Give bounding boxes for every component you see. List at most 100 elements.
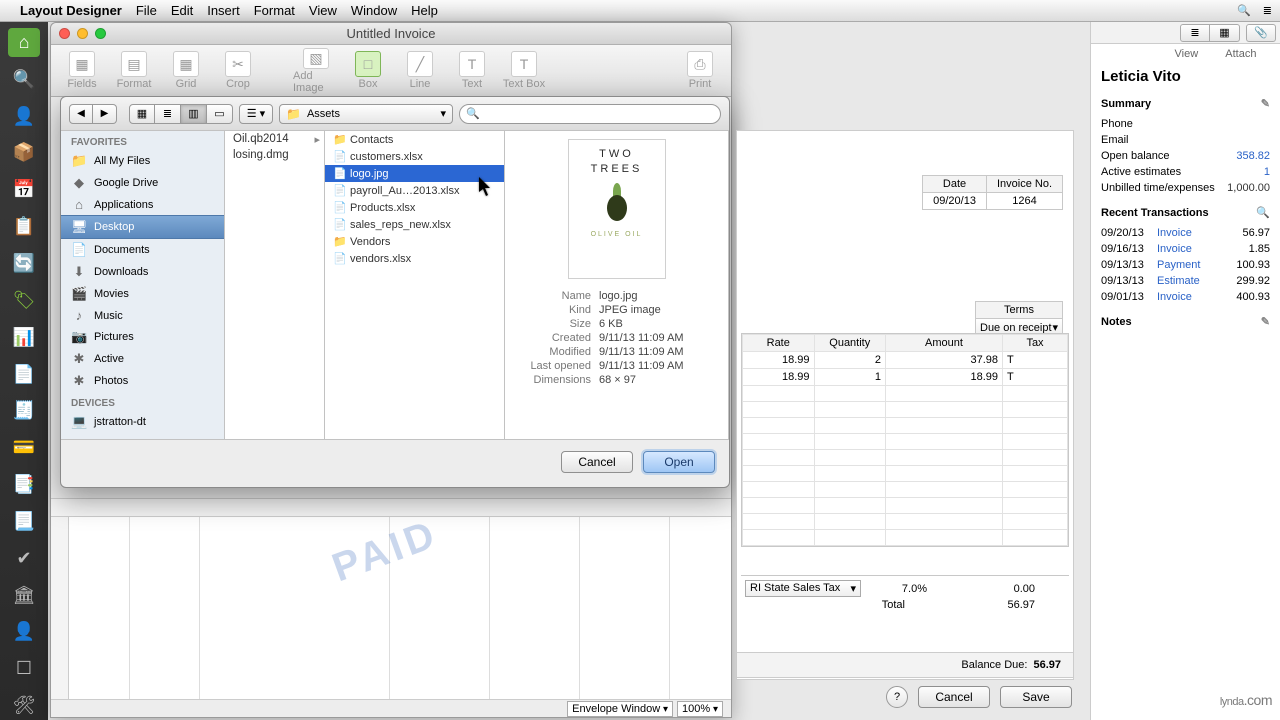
olive-icon <box>599 183 635 227</box>
sidebar-calendar-icon[interactable]: 📅 <box>8 175 40 204</box>
file-item[interactable]: 📄vendors.xlsx <box>325 250 504 267</box>
nav-forward-button[interactable]: ▶ <box>93 104 117 124</box>
transaction-link[interactable]: Invoice <box>1157 227 1222 239</box>
file-item[interactable]: 📄sales_reps_new.xlsx <box>325 216 504 233</box>
menu-edit[interactable]: Edit <box>171 3 193 18</box>
invoice-save-button[interactable]: Save <box>1000 686 1072 708</box>
menu-insert[interactable]: Insert <box>207 3 240 18</box>
titlebar: Untitled Invoice <box>51 23 731 45</box>
sidebar-doc-icon[interactable]: 📄 <box>8 360 40 389</box>
layout-canvas[interactable]: PAID <box>51 498 731 699</box>
file-item[interactable]: Oil.qb2014 <box>225 131 324 147</box>
tool-grid[interactable]: ▦Grid <box>163 48 209 94</box>
sidebar-item-music[interactable]: ♪Music <box>61 305 224 326</box>
tool-line[interactable]: ╱Line <box>397 48 443 94</box>
tool-add-image[interactable]: ▧Add Image <box>293 48 339 94</box>
tool-fields[interactable]: ▦Fields <box>59 48 105 94</box>
search-field[interactable]: 🔍 <box>459 104 721 124</box>
path-dropdown[interactable]: 📁 Assets ▾ <box>279 104 453 124</box>
attach-button[interactable]: 📎 <box>1246 24 1276 42</box>
sidebar-clipboard-icon[interactable]: 📋 <box>8 212 40 241</box>
file-item[interactable]: 📄Products.xlsx <box>325 199 504 216</box>
menu-window[interactable]: Window <box>351 3 397 18</box>
sidebar-chart-icon[interactable]: 📊 <box>8 323 40 352</box>
view-list-mini[interactable]: ≣ <box>1180 24 1210 42</box>
app-name[interactable]: Layout Designer <box>20 3 122 18</box>
nav-back-button[interactable]: ◀ <box>69 104 93 124</box>
sidebar-user-icon[interactable]: 👤 <box>8 102 40 131</box>
template-select[interactable]: Envelope Window ▾ <box>567 701 673 717</box>
tool-text[interactable]: TText <box>449 48 495 94</box>
sidebar-search-icon[interactable]: 🔍 <box>8 65 40 94</box>
sidebar-item-downloads[interactable]: ⬇Downloads <box>61 261 224 283</box>
open-button[interactable]: Open <box>643 451 715 473</box>
menu-format[interactable]: Format <box>254 3 295 18</box>
view-coverflow-button[interactable]: ▭ <box>207 104 233 124</box>
tool-format[interactable]: ▤Format <box>111 48 157 94</box>
customer-name: Leticia Vito <box>1101 68 1270 85</box>
help-button[interactable]: ? <box>886 686 908 708</box>
transaction-link[interactable]: Payment <box>1157 259 1222 271</box>
sidebar-item-desktop[interactable]: 🖥Desktop <box>61 215 224 239</box>
tool-crop[interactable]: ✂Crop <box>215 48 261 94</box>
tool-textbox[interactable]: TText Box <box>501 48 547 94</box>
transaction-link[interactable]: Invoice <box>1157 291 1222 303</box>
view-grid-mini[interactable]: ▦ <box>1210 24 1240 42</box>
search-input[interactable] <box>484 108 714 120</box>
sidebar-card-icon[interactable]: 💳 <box>8 433 40 462</box>
sidebar-item-google-drive[interactable]: ◆Google Drive <box>61 172 224 194</box>
view-column-button[interactable]: ▥ <box>181 104 207 124</box>
file-item-selected[interactable]: 📄logo.jpg <box>325 165 504 182</box>
sidebar-item-active[interactable]: ✱Active <box>61 348 224 370</box>
file-item[interactable]: losing.dmg <box>225 147 324 163</box>
menu-file[interactable]: File <box>136 3 157 18</box>
sidebar-app-home-icon[interactable]: ⌂ <box>8 28 40 57</box>
file-item[interactable]: 📄payroll_Au…2013.xlsx <box>325 182 504 199</box>
sidebar-tag-icon[interactable]: 🏷 <box>8 286 40 315</box>
zoom-select[interactable]: 100% ▾ <box>677 701 723 717</box>
sidebar-item-all-my-files[interactable]: 📁All My Files <box>61 150 224 172</box>
total-label: Total <box>745 599 985 611</box>
sidebar-invoice-icon[interactable]: 🧾 <box>8 396 40 425</box>
tool-box[interactable]: □Box <box>345 48 391 94</box>
menu-help[interactable]: Help <box>411 3 438 18</box>
preview-pane: TWOTREES OLIVE OIL Namelogo.jpgKindJPEG … <box>505 131 729 439</box>
menu-view[interactable]: View <box>309 3 337 18</box>
open-file-dialog: ◀ ▶ ▦ ≣ ▥ ▭ ☰ ▾ 📁 Assets ▾ 🔍 FAVORITES 📁… <box>60 96 730 488</box>
view-list-button[interactable]: ≣ <box>155 104 181 124</box>
file-item[interactable]: 📁Contacts <box>325 131 504 148</box>
sidebar-person-icon[interactable]: 👤 <box>8 618 40 647</box>
invoice-cancel-button[interactable]: Cancel <box>918 686 990 708</box>
file-item[interactable]: 📄customers.xlsx <box>325 148 504 165</box>
device-item[interactable]: 💻jstratton-dt <box>61 411 224 433</box>
view-icon-button[interactable]: ▦ <box>129 104 155 124</box>
search-trans-icon[interactable]: 🔍 <box>1256 206 1270 219</box>
sidebar-item-documents[interactable]: 📄Documents <box>61 239 224 261</box>
devices-header: DEVICES <box>61 392 224 411</box>
sidebar-item-photos[interactable]: ✱Photos <box>61 370 224 392</box>
transaction-link[interactable]: Estimate <box>1157 275 1222 287</box>
sidebar-copy-icon[interactable]: 📑 <box>8 470 40 499</box>
sidebar-tools-icon[interactable]: 🛠 <box>8 691 40 720</box>
sidebar-list-icon[interactable]: 📃 <box>8 507 40 536</box>
tax-select[interactable]: RI State Sales Tax▾ <box>745 580 861 597</box>
sidebar-sync-icon[interactable]: 🔄 <box>8 249 40 278</box>
sidebar-check-icon[interactable]: ✔ <box>8 544 40 573</box>
sidebar-item-movies[interactable]: 🎬Movies <box>61 283 224 305</box>
edit-notes-icon[interactable]: ✎ <box>1261 315 1270 328</box>
edit-summary-icon[interactable]: ✎ <box>1261 97 1270 110</box>
file-item[interactable]: 📁Vendors <box>325 233 504 250</box>
cancel-button[interactable]: Cancel <box>561 451 633 473</box>
menu-extras-icon[interactable]: ≣ <box>1263 4 1272 17</box>
sidebar-item-pictures[interactable]: 📷Pictures <box>61 326 224 348</box>
tool-print[interactable]: ⎙Print <box>677 48 723 94</box>
sidebar-vendors-icon[interactable]: 📦 <box>8 139 40 168</box>
arrange-button[interactable]: ☰ ▾ <box>239 104 273 124</box>
spotlight-icon[interactable]: 🔍 <box>1237 4 1251 17</box>
sidebar-box-icon[interactable]: ☐ <box>8 654 40 683</box>
sidebar-bank-icon[interactable]: 🏛 <box>8 581 40 610</box>
transaction-link[interactable]: Invoice <box>1157 243 1222 255</box>
chevron-right-icon: ▸ <box>314 133 320 146</box>
sidebar-item-applications[interactable]: ⌂Applications <box>61 194 224 215</box>
line-items-table[interactable]: Rate Quantity Amount Tax 18.99237.98T18.… <box>741 333 1069 547</box>
